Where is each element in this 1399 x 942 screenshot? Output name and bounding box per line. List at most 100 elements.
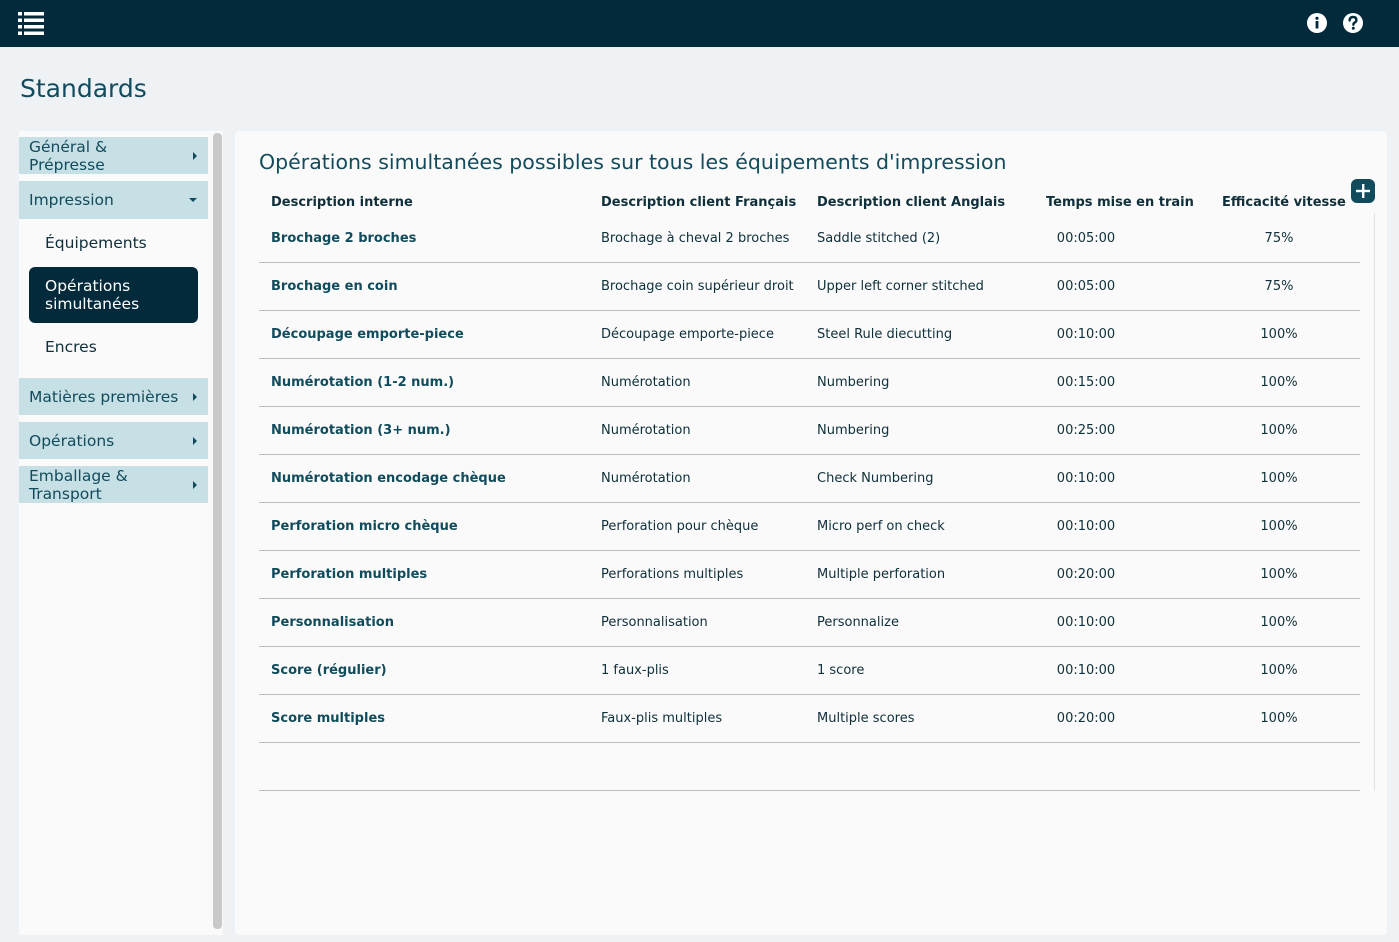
cell-description-interne[interactable]: Brochage 2 broches (271, 215, 416, 262)
cell-temps-mise-en-train-value: 00:20:00 (1056, 567, 1116, 582)
table-row[interactable]: Brochage 2 broches Brochage à cheval 2 br… (259, 215, 1360, 263)
sidebar-item-label: Opérations simultanées (45, 277, 140, 313)
page-title: Standards (20, 74, 147, 103)
cell-description-interne[interactable]: Découpage emporte-piece (271, 311, 464, 358)
sidebar-item-label: Encres (45, 338, 97, 356)
cell-description-francais: Brochage coin supérieur droit (601, 279, 794, 294)
cell-efficacite-vitesse-value: 75% (1264, 231, 1294, 246)
cell-description-francais: Personnalisation (601, 615, 708, 630)
cell-description-anglais: Saddle stitched (2) (817, 231, 941, 246)
column-header-temps-mise-en-train[interactable]: Temps mise en train (1046, 195, 1194, 210)
cell-temps-mise-en-train-value: 00:10:00 (1056, 471, 1116, 486)
cell-description-anglais: Numbering (817, 423, 890, 438)
cell-description-interne[interactable]: Numérotation (3+ num.) (271, 407, 451, 454)
cell-temps-mise-en-train-value: 00:10:00 (1056, 519, 1116, 534)
cell-efficacite-vitesse-value: 100% (1260, 519, 1298, 534)
table-row[interactable]: Brochage en coin Brochage coin supérieur … (259, 263, 1360, 311)
cell-description-interne[interactable]: Numérotation (1-2 num.) (271, 359, 454, 406)
cell-temps-mise-en-train-value: 00:25:00 (1056, 423, 1116, 438)
cell-temps-mise-en-train-value: 00:10:00 (1056, 327, 1116, 342)
chevron-down-icon (189, 198, 197, 202)
cell-description-anglais: Personnalize (817, 615, 899, 630)
cell-description-interne[interactable]: Perforation multiples (271, 551, 427, 598)
cell-description-anglais: Multiple perforation (817, 567, 946, 582)
chevron-right-icon (193, 436, 197, 445)
table-row[interactable]: Score (régulier) 1 faux-plis 1 score 00:10:… (259, 647, 1360, 695)
sidebar-scrollbar[interactable] (213, 133, 222, 929)
cell-description-francais: Numérotation (601, 375, 691, 390)
info-icon[interactable] (1306, 12, 1328, 34)
column-header-description-interne[interactable]: Description interne (271, 195, 413, 210)
cell-temps-mise-en-train-value: 00:15:00 (1056, 375, 1116, 390)
top-bar (0, 0, 1399, 47)
sidebar-category-matieres-premieres[interactable]: Matières premières (19, 378, 208, 415)
cell-temps-mise-en-train-value: 00:05:00 (1056, 279, 1116, 294)
cell-description-anglais: Check Numbering (817, 471, 934, 486)
plus-icon (1356, 184, 1370, 198)
sidebar-item-label: Équipements (45, 234, 147, 252)
cell-efficacite-vitesse-value: 100% (1260, 615, 1298, 630)
empty-table-row (259, 743, 1360, 791)
cell-efficacite-vitesse-value: 75% (1264, 279, 1294, 294)
column-header-description-anglais[interactable]: Description client Anglais (817, 195, 1005, 210)
sidebar-category-general-prepresse[interactable]: Général & Prépresse (19, 137, 208, 174)
table-row[interactable]: Numérotation (3+ num.) Numérotation Number… (259, 407, 1360, 455)
chevron-right-icon (193, 151, 197, 160)
table-row[interactable]: Numérotation (1-2 num.) Numérotation Numbe… (259, 359, 1360, 407)
cell-description-francais: 1 faux-plis (601, 663, 669, 678)
sidebar-category-emballage-transport[interactable]: Emballage & Transport (19, 466, 208, 503)
table-row[interactable]: Découpage emporte-piece Découpage emporte… (259, 311, 1360, 359)
cell-description-anglais: Numbering (817, 375, 890, 390)
cell-description-francais: Perforation pour chèque (601, 519, 759, 534)
table-scroll-edge (1374, 213, 1375, 791)
sidebar-item-operations-simultanees[interactable]: Opérations simultanées (29, 267, 198, 323)
sidebar-category-label: Général & Prépresse (29, 137, 108, 174)
cell-description-interne[interactable]: Numérotation encodage chèque (271, 455, 506, 502)
sidebar-category-label: Matières premières (29, 387, 179, 406)
add-button[interactable] (1351, 179, 1375, 203)
cell-efficacite-vitesse-value: 100% (1260, 663, 1298, 678)
cell-description-interne[interactable]: Score (régulier) (271, 647, 387, 694)
sidebar-category-impression[interactable]: Impression (19, 181, 208, 219)
cell-description-francais: Perforations multiples (601, 567, 744, 582)
cell-efficacite-vitesse-value: 100% (1260, 327, 1298, 342)
cell-description-anglais: Multiple scores (817, 711, 915, 726)
sidebar-category-operations[interactable]: Opérations (19, 422, 208, 459)
cell-efficacite-vitesse-value: 100% (1260, 375, 1298, 390)
sidebar-item-encres[interactable]: Encres (29, 329, 198, 365)
table-row[interactable]: Numérotation encodage chèque Numérotation… (259, 455, 1360, 503)
column-header-efficacite-vitesse[interactable]: Efficacité vitesse (1222, 195, 1346, 210)
list-icon[interactable] (18, 10, 44, 36)
sidebar-category-label: Impression (29, 191, 114, 209)
table-row[interactable]: Score multiples Faux-plis multiples Multip… (259, 695, 1360, 743)
cell-efficacite-vitesse-value: 100% (1260, 567, 1298, 582)
cell-description-interne[interactable]: Perforation micro chèque (271, 503, 458, 550)
cell-description-anglais: Micro perf on check (817, 519, 945, 534)
sidebar-category-label: Opérations (29, 431, 115, 450)
sidebar-category-label: Emballage & Transport (29, 466, 128, 503)
help-icon[interactable] (1342, 12, 1364, 34)
cell-description-anglais: Steel Rule diecutting (817, 327, 953, 342)
table-row[interactable]: Perforation multiples Perforations multip… (259, 551, 1360, 599)
cell-efficacite-vitesse-value: 100% (1260, 423, 1298, 438)
cell-temps-mise-en-train-value: 00:20:00 (1056, 711, 1116, 726)
cell-description-interne[interactable]: Brochage en coin (271, 263, 398, 310)
cell-temps-mise-en-train-value: 00:10:00 (1056, 663, 1116, 678)
cell-description-francais: Brochage à cheval 2 broches (601, 231, 790, 246)
cell-temps-mise-en-train-value: 00:10:00 (1056, 615, 1116, 630)
cell-description-francais: Numérotation (601, 471, 691, 486)
cell-efficacite-vitesse-value: 100% (1260, 471, 1298, 486)
table-row[interactable]: Perforation micro chèque Perforation pour… (259, 503, 1360, 551)
cell-description-francais: Numérotation (601, 423, 691, 438)
cell-description-francais: Faux-plis multiples (601, 711, 723, 726)
sidebar: Général & Prépresse Impression Équipemen… (19, 131, 223, 935)
cell-description-interne[interactable]: Personnalisation (271, 599, 394, 646)
cell-description-anglais: Upper left corner stitched (817, 279, 984, 294)
sidebar-item-equipements[interactable]: Équipements (29, 225, 198, 261)
cell-description-interne[interactable]: Score multiples (271, 695, 385, 742)
table-row[interactable]: Personnalisation Personnalisation Personna… (259, 599, 1360, 647)
cell-description-francais: Découpage emporte-piece (601, 327, 774, 342)
cell-description-anglais: 1 score (817, 663, 865, 678)
column-header-description-francais[interactable]: Description client Français (601, 195, 796, 210)
main-panel: Opérations simultanées possibles sur tou… (235, 131, 1387, 935)
